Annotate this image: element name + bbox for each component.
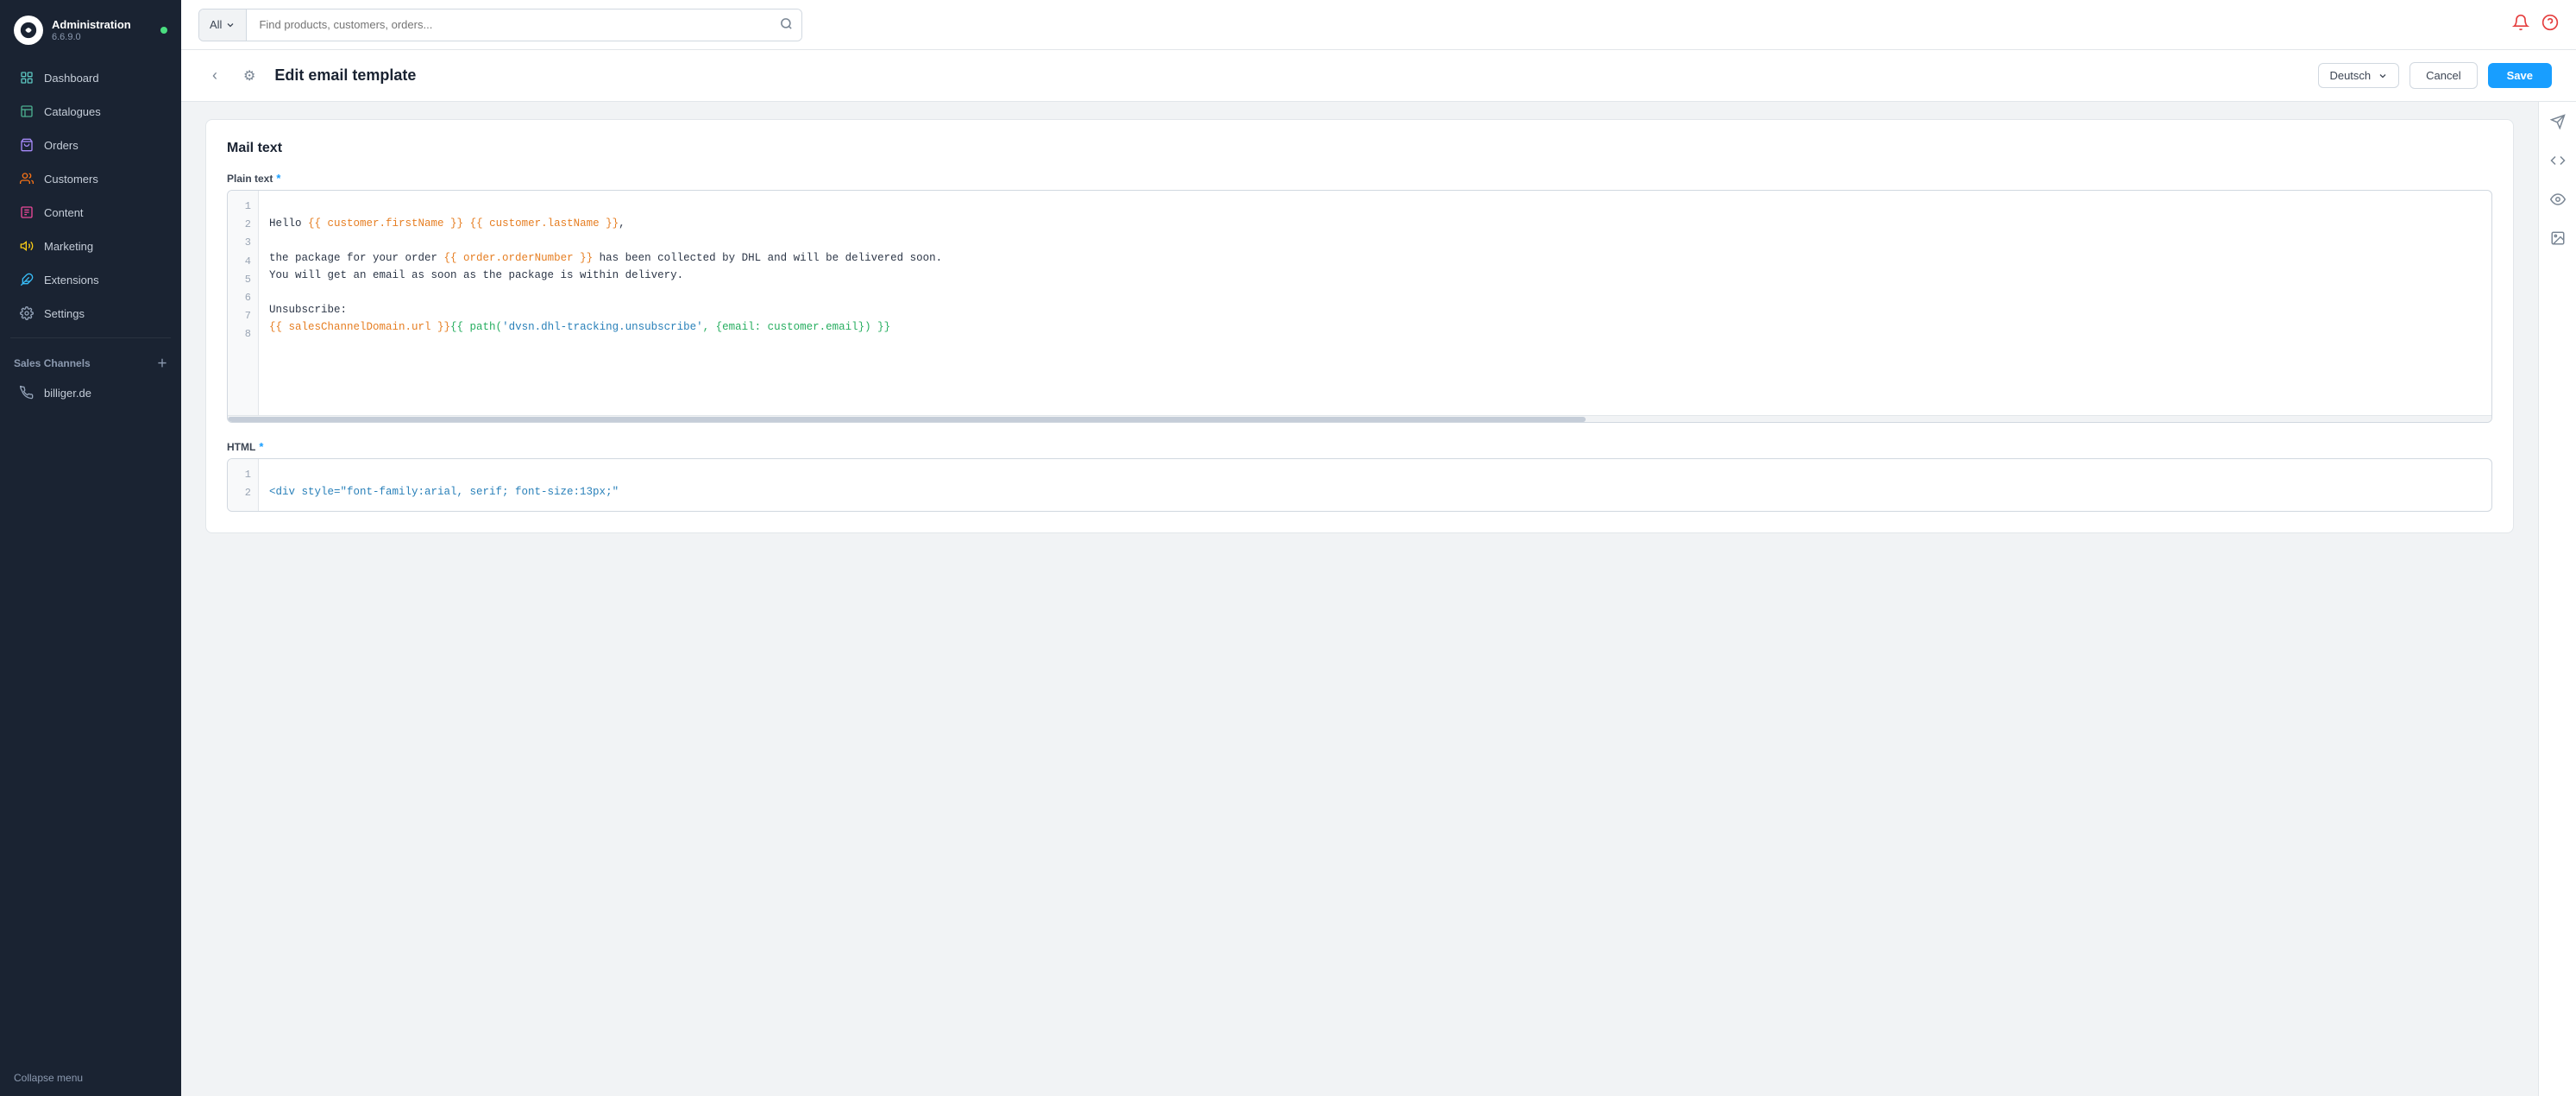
sidebar-item-label: Customers [44,173,98,186]
sidebar-item-label: Orders [44,139,79,152]
sidebar-item-settings[interactable]: Settings [5,297,176,330]
eye-icon[interactable] [2550,192,2566,211]
main-nav: Dashboard Catalogues Orders Customers Co… [0,60,181,331]
settings-icon [19,305,35,321]
search-button[interactable] [771,9,801,41]
search-filter-dropdown[interactable]: All [199,9,247,41]
search-wrapper: All [198,9,802,41]
plain-text-content[interactable]: Hello {{ customer.firstName }} {{ custom… [259,191,2491,415]
sidebar-item-label: Catalogues [44,105,101,118]
customers-icon [19,171,35,186]
sidebar-item-content[interactable]: Content [5,196,176,229]
catalogues-icon [19,104,35,119]
page-title: Edit email template [274,66,416,85]
sidebar-item-label: billiger.de [44,387,91,400]
sidebar-item-orders[interactable]: Orders [5,129,176,161]
content-icon [19,205,35,220]
app-version: 6.6.9.0 [52,32,131,42]
content-area: Mail text Plain text * 1 2 3 4 [181,102,2576,1096]
image-icon[interactable] [2550,230,2566,250]
app-name: Administration [52,18,131,32]
editor-panel: Mail text Plain text * 1 2 3 4 [181,102,2538,1096]
horizontal-scrollbar[interactable] [228,415,2491,422]
nav-divider [10,337,171,338]
html-editor[interactable]: 1 2 <div style="font-family:arial, serif… [227,458,2492,512]
html-content[interactable]: <div style="font-family:arial, serif; fo… [259,459,2491,511]
sidebar-item-label: Settings [44,307,85,320]
line-numbers: 1 2 [228,459,259,511]
add-sales-channel-button[interactable]: ＋ [157,356,167,370]
language-select[interactable]: Deutsch [2318,63,2399,88]
sales-channels-header: Sales Channels ＋ [0,345,181,375]
topbar-actions [2512,14,2559,35]
collapse-menu-button[interactable]: Collapse menu [0,1063,181,1096]
marketing-icon [19,238,35,254]
mail-text-card: Mail text Plain text * 1 2 3 4 [205,119,2514,533]
sidebar-item-label: Dashboard [44,72,99,85]
card-title: Mail text [227,141,2492,156]
settings-button[interactable]: ⚙ [236,64,262,88]
header-actions: Deutsch Cancel Save [2318,62,2552,89]
template-var: {{ customer.lastName }} [470,217,619,230]
right-icon-panel [2538,102,2576,1096]
sidebar-item-customers[interactable]: Customers [5,162,176,195]
required-star: * [259,440,263,453]
sidebar-item-extensions[interactable]: Extensions [5,263,176,296]
orders-icon [19,137,35,153]
plain-text-label: Plain text * [227,172,2492,185]
sidebar-item-label: Marketing [44,240,93,253]
sales-channel-icon [19,385,35,400]
line-numbers: 1 2 3 4 5 6 7 8 [228,191,259,415]
page-header: ‹ ⚙ Edit email template Deutsch Cancel S… [181,50,2576,102]
help-icon[interactable] [2541,14,2559,35]
template-var: {{ order.orderNumber }} [444,252,594,264]
main-area: All ‹ ⚙ Edit email template Deutsch [181,0,2576,1096]
html-label: HTML * [227,440,2492,453]
search-input[interactable] [247,9,771,41]
sidebar-item-billiger[interactable]: billiger.de [5,376,176,409]
template-var: {{ salesChannelDomain.url }} [269,321,450,333]
dashboard-icon [19,70,35,85]
template-var: {{ customer.firstName }} [308,217,463,230]
code-icon[interactable] [2550,153,2566,173]
cancel-button[interactable]: Cancel [2410,62,2477,89]
html-tag: <div style="font-family:arial, serif; fo… [269,486,619,498]
topbar: All [181,0,2576,50]
sidebar-header: Administration 6.6.9.0 [0,0,181,60]
online-indicator [160,27,167,34]
chevron-down-icon [2378,71,2388,81]
html-field: HTML * 1 2 <div style="font-family:arial… [227,440,2492,512]
sidebar-item-dashboard[interactable]: Dashboard [5,61,176,94]
send-icon[interactable] [2550,114,2566,134]
sidebar: Administration 6.6.9.0 Dashboard Catalog… [0,0,181,1096]
save-button[interactable]: Save [2488,63,2552,88]
sidebar-item-marketing[interactable]: Marketing [5,230,176,262]
back-button[interactable]: ‹ [205,63,224,88]
template-fn: {{ path('dvsn.dhl-tracking.unsubscribe',… [450,321,890,333]
app-logo [14,16,43,45]
search-icon [780,17,793,30]
scrollbar-thumb [228,417,1586,422]
template-str: 'dvsn.dhl-tracking.unsubscribe' [502,321,703,333]
sidebar-item-label: Content [44,206,84,219]
sidebar-item-label: Extensions [44,274,99,287]
required-star: * [276,172,280,185]
extensions-icon [19,272,35,287]
chevron-down-icon [225,20,236,30]
notifications-icon[interactable] [2512,14,2529,35]
plain-text-editor[interactable]: 1 2 3 4 5 6 7 8 Hello {{ customer.firstN… [227,190,2492,423]
sidebar-item-catalogues[interactable]: Catalogues [5,95,176,128]
plain-text-field: Plain text * 1 2 3 4 5 6 7 [227,172,2492,423]
